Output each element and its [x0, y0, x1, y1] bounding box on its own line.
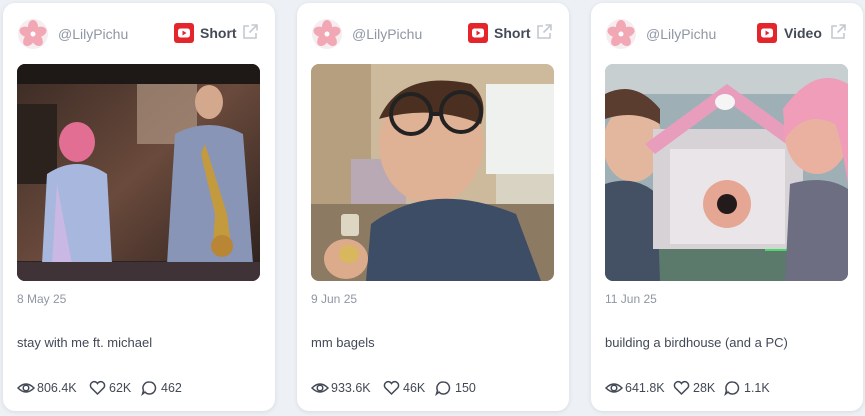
post-type-label: Short: [494, 25, 531, 41]
likes-count: 28K: [693, 381, 716, 395]
post-caption[interactable]: mm bagels: [311, 335, 375, 350]
card-header: @LilyPichu Short: [3, 17, 275, 51]
comment-icon: [724, 381, 740, 396]
comment-icon: [141, 381, 157, 396]
eye-icon: [17, 383, 35, 393]
channel-handle[interactable]: @LilyPichu: [352, 26, 422, 42]
heart-icon: [89, 380, 106, 396]
post-card[interactable]: @LilyPichu Short 8 May 25 stay with me f…: [3, 3, 275, 411]
card-header: @LilyPichu Video: [591, 17, 863, 51]
avatar[interactable]: [18, 19, 48, 49]
youtube-icon: [757, 23, 777, 43]
eye-icon: [605, 383, 623, 393]
channel-handle[interactable]: @LilyPichu: [646, 26, 716, 42]
comments-count: 1.1K: [744, 381, 770, 395]
video-thumbnail[interactable]: [605, 64, 848, 281]
post-date: 8 May 25: [17, 292, 67, 306]
comment-icon: [435, 381, 451, 396]
post-type-label: Short: [200, 25, 237, 41]
heart-icon: [673, 380, 690, 396]
post-stats: 641.8K 28K 1.1K: [605, 379, 845, 399]
video-thumbnail[interactable]: [17, 64, 260, 281]
avatar[interactable]: [606, 19, 636, 49]
post-card[interactable]: @LilyPichu Video 11 Jun 25 building a bi…: [591, 3, 863, 411]
post-caption[interactable]: building a birdhouse (and a PC): [605, 335, 788, 350]
post-stats: 806.4K 62K 462: [17, 379, 257, 399]
post-date: 11 Jun 25: [605, 292, 657, 306]
comments-count: 462: [161, 381, 182, 395]
post-date: 9 Jun 25: [311, 292, 358, 306]
likes-count: 46K: [403, 381, 426, 395]
views-count: 933.6K: [331, 381, 371, 395]
channel-handle[interactable]: @LilyPichu: [58, 26, 128, 42]
external-link-icon[interactable]: [535, 23, 553, 41]
external-link-icon[interactable]: [241, 23, 259, 41]
external-link-icon[interactable]: [829, 23, 847, 41]
views-count: 806.4K: [37, 381, 77, 395]
views-count: 641.8K: [625, 381, 665, 395]
post-caption[interactable]: stay with me ft. michael: [17, 335, 152, 350]
card-header: @LilyPichu Short: [297, 17, 569, 51]
youtube-icon: [174, 23, 194, 43]
comments-count: 150: [455, 381, 476, 395]
cherry-blossom-icon: [19, 20, 47, 47]
cherry-blossom-icon: [313, 20, 341, 47]
post-stats: 933.6K 46K 150: [311, 379, 551, 399]
video-thumbnail[interactable]: [311, 64, 554, 281]
heart-icon: [383, 380, 400, 396]
eye-icon: [311, 383, 329, 393]
avatar[interactable]: [312, 19, 342, 49]
cherry-blossom-icon: [607, 20, 635, 47]
post-type-label: Video: [784, 25, 822, 41]
youtube-icon: [468, 23, 488, 43]
likes-count: 62K: [109, 381, 132, 395]
post-card[interactable]: @LilyPichu Short 9 Jun 25 mm bagels 933.…: [297, 3, 569, 411]
